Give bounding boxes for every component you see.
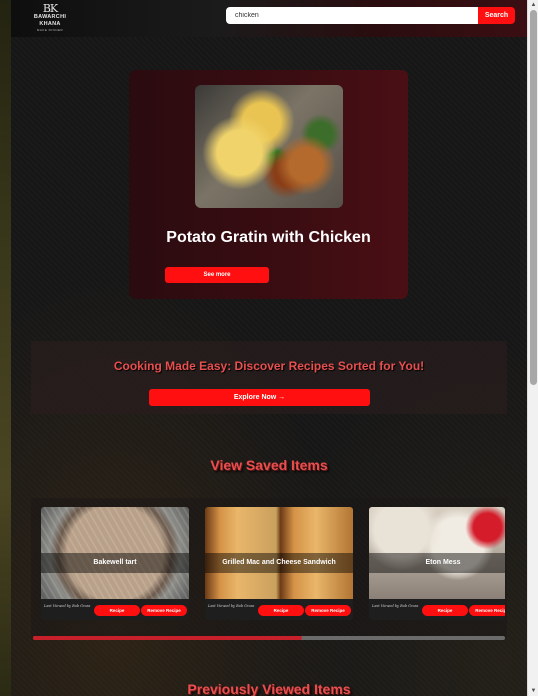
logo[interactable]: BK BAWARCHI KHANA MAKE DINNER: [24, 2, 76, 32]
page: BK BAWARCHI KHANA MAKE DINNER Search Pot…: [11, 0, 527, 696]
saved-recipe-card: Bakewell tart Last Viewed by Bob Gross R…: [41, 507, 189, 620]
left-edge-strip: [0, 0, 11, 696]
remove-recipe-button[interactable]: Remove Recipe: [469, 605, 505, 616]
featured-recipe-title: Potato Gratin with Chicken: [166, 229, 371, 246]
logo-tagline: MAKE DINNER: [36, 28, 64, 32]
search-button[interactable]: Search: [478, 7, 515, 24]
carousel-scroll-track[interactable]: [33, 636, 505, 640]
page-scrollbar[interactable]: ▲ ▼: [527, 0, 538, 696]
carousel-scroll-thumb[interactable]: [33, 636, 303, 640]
recipe-button[interactable]: Recipe: [94, 605, 140, 616]
logo-name: BAWARCHI KHANA: [33, 14, 67, 27]
recipe-button[interactable]: Recipe: [422, 605, 468, 616]
logo-mark: BK: [42, 2, 58, 15]
header: BK BAWARCHI KHANA MAKE DINNER Search: [11, 0, 527, 37]
see-more-button[interactable]: See more: [165, 267, 269, 283]
page-scrollbar-thumb[interactable]: [530, 10, 537, 385]
remove-recipe-button[interactable]: Remove Recipe: [141, 605, 187, 616]
recipe-button[interactable]: Recipe: [258, 605, 304, 616]
explore-now-button[interactable]: Explore Now →: [149, 389, 370, 406]
last-viewed-text: Last Viewed by Bob Gross: [44, 604, 91, 608]
search-input[interactable]: [226, 7, 479, 24]
scroll-down-arrow-icon[interactable]: ▼: [528, 686, 538, 696]
previously-viewed-heading: Previously Viewed Items: [187, 681, 351, 696]
saved-recipe-card: Grilled Mac and Cheese Sandwich Last Vie…: [205, 507, 353, 620]
saved-items-heading: View Saved Items: [210, 457, 328, 473]
last-viewed-text: Last Viewed by Bob Gross: [372, 604, 419, 608]
remove-recipe-button[interactable]: Remove Recipe: [305, 605, 351, 616]
last-viewed-text: Last Viewed by Bob Gross: [208, 604, 255, 608]
featured-recipe-image: [195, 85, 343, 208]
recipe-name: Grilled Mac and Cheese Sandwich: [205, 553, 353, 573]
discover-headline: Cooking Made Easy: Discover Recipes Sort…: [113, 359, 425, 373]
featured-recipe-card: Potato Gratin with Chicken See more: [129, 70, 408, 299]
scroll-up-arrow-icon[interactable]: ▲: [528, 0, 538, 10]
recipe-name: Eton Mess: [369, 553, 505, 573]
recipe-name: Bakewell tart: [41, 553, 189, 573]
saved-recipe-card: Eton Mess Last Viewed by Bob Gross Recip…: [369, 507, 505, 620]
